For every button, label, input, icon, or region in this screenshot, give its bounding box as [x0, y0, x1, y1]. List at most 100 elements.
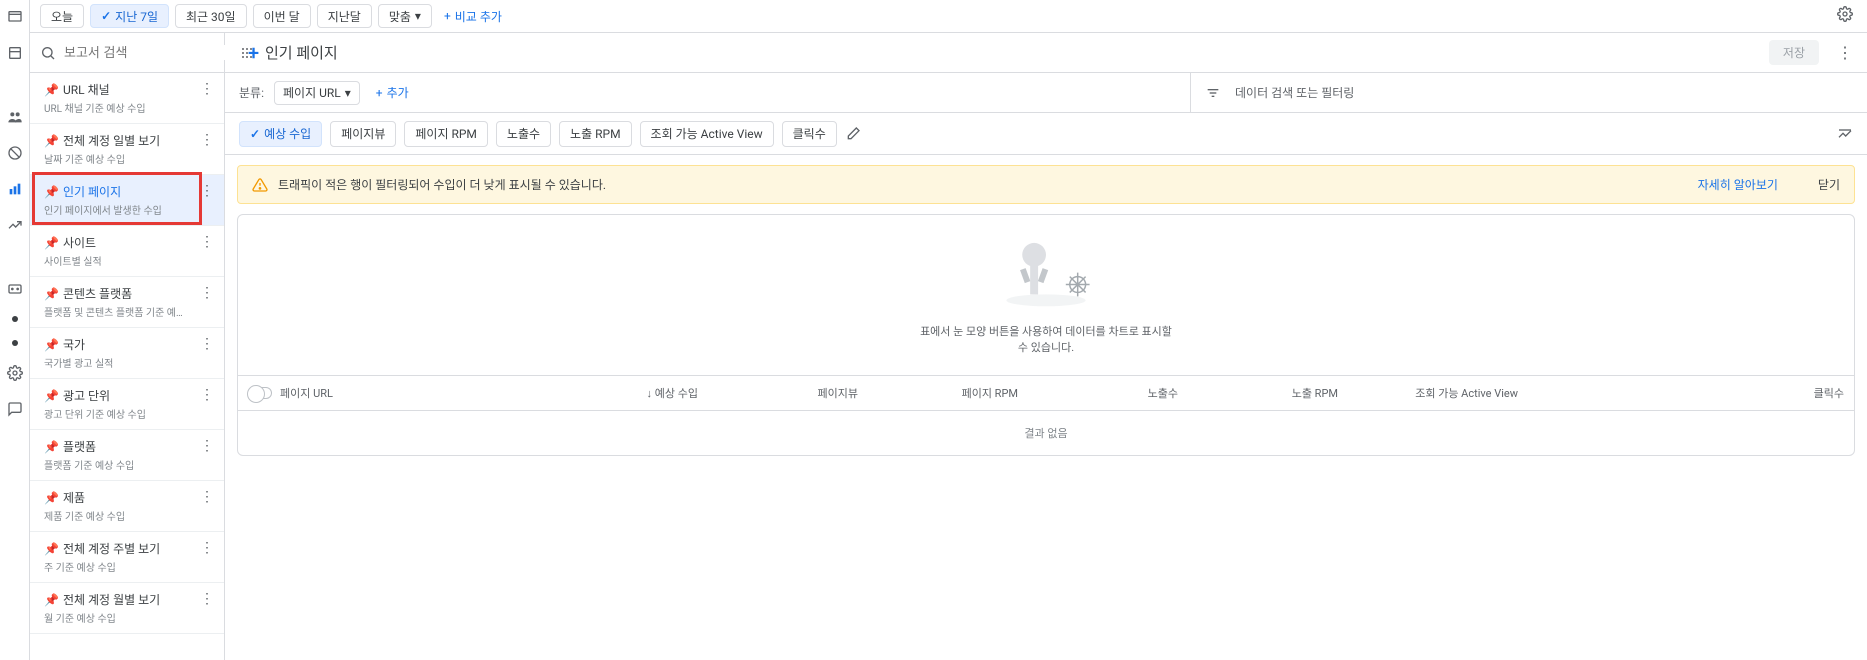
pin-icon: 📌	[44, 236, 59, 250]
col-clicks[interactable]: 클릭수	[1528, 385, 1854, 401]
search-icon	[40, 45, 56, 61]
warning-icon	[252, 177, 268, 193]
nav-settings-icon[interactable]	[6, 364, 24, 382]
sidebar-item-report[interactable]: 📌전체 계정 주별 보기주 기준 예상 수입⋮	[30, 532, 224, 583]
col-impressions[interactable]: 노출수	[1028, 385, 1188, 401]
report-search-input[interactable]	[64, 45, 240, 60]
pin-icon: 📌	[44, 389, 59, 403]
empty-state-illustration	[986, 235, 1106, 314]
pin-icon: 📌	[44, 491, 59, 505]
row-toggle-switch[interactable]	[248, 387, 272, 399]
item-menu-button[interactable]: ⋮	[200, 540, 214, 556]
sidebar-item-report[interactable]: 📌사이트사이트별 실적⋮	[30, 226, 224, 277]
alert-text: 트래픽이 적은 행이 필터링되어 수입이 더 낮게 표시될 수 있습니다.	[278, 176, 606, 193]
chip-last30[interactable]: 최근 30일	[175, 4, 247, 28]
col-active-view[interactable]: 조회 가능 Active View	[1348, 385, 1528, 401]
metric-chip-page-rpm[interactable]: 페이지 RPM	[404, 121, 488, 147]
info-alert: 트래픽이 적은 행이 필터링되어 수입이 더 낮게 표시될 수 있습니다. 자세…	[237, 165, 1855, 204]
alert-close-button[interactable]: 닫기	[1818, 176, 1840, 193]
chip-last-month[interactable]: 지난달	[317, 4, 372, 28]
item-menu-button[interactable]: ⋮	[200, 591, 214, 607]
nav-trend-icon[interactable]	[6, 216, 24, 234]
item-menu-button[interactable]: ⋮	[200, 387, 214, 403]
sidebar-item-report[interactable]: 📌콘텐츠 플랫폼플랫폼 및 콘텐츠 플랫폼 기준 예…⋮	[30, 277, 224, 328]
nav-insights-icon[interactable]	[6, 280, 24, 298]
col-page-rpm[interactable]: 페이지 RPM	[868, 385, 1028, 401]
pin-icon: 📌	[44, 338, 59, 352]
caret-down-icon: ▾	[415, 9, 421, 23]
sidebar-item-report[interactable]: 📌URL 채널URL 채널 기준 예상 수입⋮	[30, 73, 224, 124]
plus-icon: +	[376, 86, 383, 100]
chip-custom[interactable]: 맞춤 ▾	[378, 4, 432, 28]
edit-metrics-button[interactable]	[845, 126, 861, 142]
col-impression-rpm[interactable]: 노출 RPM	[1188, 385, 1348, 401]
item-menu-button[interactable]: ⋮	[200, 285, 214, 301]
item-menu-button[interactable]: ⋮	[200, 489, 214, 505]
nav-feedback-icon[interactable]	[6, 400, 24, 418]
filter-search-placeholder[interactable]: 데이터 검색 또는 필터링	[1235, 84, 1354, 101]
page-settings-button[interactable]	[1837, 6, 1857, 26]
metric-chip-impressions[interactable]: 노출수	[496, 121, 551, 147]
page-title: 인기 페이지	[265, 42, 338, 63]
pin-icon: 📌	[44, 134, 59, 148]
empty-caption: 표에서 눈 모양 버튼을 사용하여 데이터를 차트로 표시할 수 있습니다.	[916, 324, 1176, 355]
nav-reports-icon[interactable]	[6, 180, 24, 198]
col-page-url[interactable]: 페이지 URL	[280, 385, 333, 401]
page-menu-button[interactable]: ⋮	[1837, 43, 1853, 62]
chip-last7[interactable]: ✓지난 7일	[90, 4, 169, 28]
nav-people-icon[interactable]	[6, 108, 24, 126]
no-results-text: 결과 없음	[238, 411, 1854, 455]
add-breakdown-button[interactable]: + 추가	[370, 84, 415, 101]
chip-last7-label: 지난 7일	[115, 8, 158, 25]
metric-chip-impression-rpm[interactable]: 노출 RPM	[559, 121, 632, 147]
item-menu-button[interactable]: ⋮	[200, 336, 214, 352]
add-compare-button[interactable]: + 비교 추가	[438, 8, 508, 25]
item-menu-button[interactable]: ⋮	[200, 183, 214, 199]
alert-learn-more[interactable]: 자세히 알아보기	[1698, 176, 1778, 193]
metric-chip-active-view[interactable]: 조회 가능 Active View	[640, 121, 774, 147]
sidebar-item-report[interactable]: 📌전체 계정 일별 보기날짜 기준 예상 수입⋮	[30, 124, 224, 175]
item-menu-button[interactable]: ⋮	[200, 438, 214, 454]
pin-icon: 📌	[44, 185, 59, 199]
new-report-button[interactable]: +	[248, 41, 259, 65]
save-button[interactable]: 저장	[1769, 40, 1819, 65]
pin-icon: 📌	[44, 440, 59, 454]
chip-this-month[interactable]: 이번 달	[253, 4, 311, 28]
nav-dot-1[interactable]	[12, 316, 18, 322]
sidebar-item-report[interactable]: 📌국가국가별 광고 실적⋮	[30, 328, 224, 379]
item-menu-button[interactable]: ⋮	[200, 81, 214, 97]
sidebar-item-report[interactable]: 📌제품제품 기준 예상 수입⋮	[30, 481, 224, 532]
sidebar-item-report[interactable]: 📌인기 페이지인기 페이지에서 발생한 수입⋮	[30, 175, 224, 226]
sidebar-item-report[interactable]: 📌플랫폼플랫폼 기준 예상 수입⋮	[30, 430, 224, 481]
item-menu-button[interactable]: ⋮	[200, 234, 214, 250]
pin-icon: 📌	[44, 542, 59, 556]
date-range-toolbar: 오늘 ✓지난 7일 최근 30일 이번 달 지난달 맞춤 ▾ + 비교 추가	[30, 0, 1867, 33]
plus-icon: +	[444, 9, 451, 23]
col-pageviews[interactable]: 페이지뷰	[708, 385, 868, 401]
col-est-earnings[interactable]: 예상 수입	[655, 387, 698, 400]
breakdown-select[interactable]: 페이지 URL ▾	[274, 81, 360, 105]
pin-icon: 📌	[44, 83, 59, 97]
sidebar-item-report[interactable]: 📌전체 계정 월별 보기월 기준 예상 수입⋮	[30, 583, 224, 634]
filter-icon	[1205, 85, 1221, 101]
add-compare-label: 비교 추가	[455, 8, 502, 25]
nav-site-icon[interactable]	[6, 44, 24, 62]
pin-icon: 📌	[44, 287, 59, 301]
metric-chip-clicks[interactable]: 클릭수	[782, 121, 837, 147]
metric-label: 예상 수입	[264, 125, 311, 142]
nav-dot-2[interactable]	[12, 340, 18, 346]
pin-icon: 📌	[44, 593, 59, 607]
item-menu-button[interactable]: ⋮	[200, 132, 214, 148]
sort-desc-icon: ↓	[647, 387, 653, 400]
add-breakdown-label: 추가	[387, 84, 409, 101]
breakdown-label: 분류:	[239, 84, 264, 101]
nav-block-icon[interactable]	[6, 144, 24, 162]
chip-today[interactable]: 오늘	[40, 4, 84, 28]
metric-chip-est-earnings[interactable]: ✓예상 수입	[239, 121, 322, 147]
caret-down-icon: ▾	[345, 86, 351, 100]
sidebar-item-report[interactable]: 📌광고 단위광고 단위 기준 예상 수입⋮	[30, 379, 224, 430]
breakdown-value: 페이지 URL	[283, 84, 341, 101]
chart-toggle-icon[interactable]	[1837, 126, 1853, 142]
metric-chip-pageviews[interactable]: 페이지뷰	[330, 121, 396, 147]
nav-home-icon[interactable]	[6, 8, 24, 26]
